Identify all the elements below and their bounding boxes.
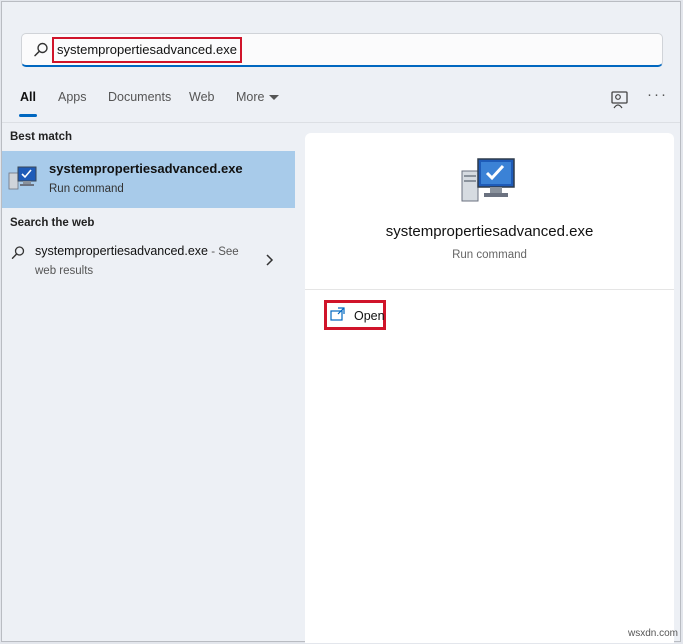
search-web-heading: Search the web	[10, 217, 95, 229]
open-button[interactable]: Open	[324, 300, 386, 330]
search-box[interactable]: systempropertiesadvanced.exe	[21, 33, 663, 67]
search-input[interactable]: systempropertiesadvanced.exe	[52, 37, 242, 63]
best-match-heading: Best match	[10, 131, 72, 143]
web-result-query: systempropertiesadvanced.exe	[35, 244, 209, 258]
best-match-title: systempropertiesadvanced.exe	[49, 161, 243, 176]
tab-more[interactable]: More	[236, 90, 280, 104]
web-result-subtitle: web results	[35, 265, 94, 277]
open-external-icon	[330, 307, 345, 321]
system-properties-icon	[461, 158, 515, 202]
tab-web[interactable]: Web	[189, 90, 214, 104]
search-icon	[11, 246, 25, 259]
search-window: systempropertiesadvanced.exe All Apps Do…	[1, 1, 681, 643]
search-icon	[34, 42, 48, 57]
tab-documents[interactable]: Documents	[108, 90, 171, 104]
open-label: Open	[354, 309, 385, 323]
details-title: systempropertiesadvanced.exe	[385, 223, 594, 240]
feedback-icon[interactable]	[609, 89, 631, 111]
tab-all[interactable]: All	[20, 90, 36, 104]
web-result-see: - See	[208, 246, 239, 258]
more-options-button[interactable]: ···	[647, 86, 668, 103]
details-divider	[305, 289, 674, 290]
web-search-result[interactable]: systempropertiesadvanced.exe - See web r…	[2, 237, 295, 285]
tab-more-label: More	[236, 90, 265, 104]
tab-apps[interactable]: Apps	[58, 90, 87, 104]
best-match-subtitle: Run command	[49, 183, 124, 195]
best-match-result[interactable]: systempropertiesadvanced.exe Run command	[2, 151, 295, 208]
system-properties-icon	[8, 166, 37, 190]
watermark: wsxdn.com	[628, 628, 679, 639]
chevron-right-icon[interactable]	[264, 253, 274, 267]
results-pane: Best match systempropertiesadvanced.exe …	[2, 123, 295, 641]
tab-active-indicator	[19, 114, 37, 117]
details-pane: systempropertiesadvanced.exe Run command…	[305, 133, 674, 643]
details-subtitle: Run command	[452, 249, 527, 261]
chevron-down-icon	[269, 95, 280, 101]
filter-tabs: All Apps Documents Web More	[2, 90, 680, 120]
web-result-title: systempropertiesadvanced.exe - See	[35, 244, 239, 258]
